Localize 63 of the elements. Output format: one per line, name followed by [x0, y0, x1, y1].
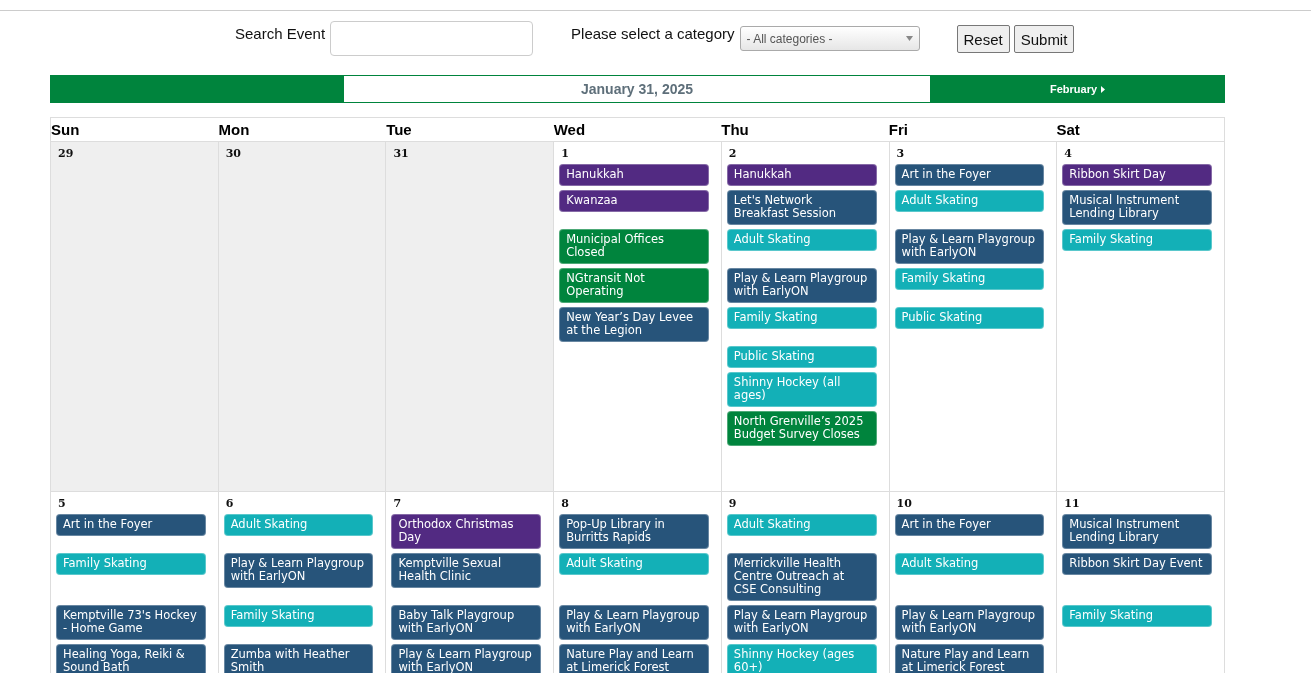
- event-item[interactable]: Kwanzaa: [559, 190, 709, 212]
- day-number: 10: [895, 496, 913, 510]
- day-number: 8: [560, 496, 570, 510]
- day-number: 1: [560, 146, 570, 160]
- event-item[interactable]: Hanukkah: [726, 164, 877, 186]
- next-month-link[interactable]: February: [930, 76, 1225, 102]
- weekday-header: Wed: [553, 121, 587, 138]
- category-select[interactable]: - All categories -: [739, 26, 920, 51]
- event-item[interactable]: Play & Learn Playgroup with EarlyON: [559, 605, 709, 640]
- day-number: 30: [224, 146, 242, 160]
- event-item[interactable]: Art in the Foyer: [56, 514, 206, 536]
- event-item[interactable]: Let's Network Breakfast Session: [726, 190, 877, 225]
- weekday-header: Thu: [721, 121, 750, 138]
- event-item[interactable]: Art in the Foyer: [894, 164, 1045, 186]
- event-item[interactable]: Merrickville Health Centre Outreach at CSE Consulting: [726, 553, 877, 601]
- day-number: 9: [727, 496, 738, 510]
- event-item[interactable]: Orthodox Christmas Day: [391, 514, 542, 549]
- event-item[interactable]: Play & Learn Playgroup with EarlyON: [726, 268, 877, 303]
- event-item[interactable]: NGtransit Not Operating: [559, 268, 709, 303]
- event-item[interactable]: Kemptville 73's Hockey - Home Game: [56, 605, 206, 640]
- day-number: 31: [392, 146, 410, 160]
- event-item[interactable]: Zumba with Heather Smith: [223, 644, 374, 673]
- day-number: 2: [727, 146, 738, 160]
- day-number: 3: [895, 146, 906, 160]
- event-item[interactable]: Play & Learn Playgroup with EarlyON: [726, 605, 877, 640]
- event-item[interactable]: Ribbon Skirt Day Event: [1062, 553, 1212, 575]
- event-item[interactable]: North Grenville’s 2025 Budget Survey Closes: [726, 411, 877, 446]
- event-item[interactable]: New Year’s Day Levee at the Legion: [559, 307, 709, 342]
- weekday-header: Mon: [218, 121, 251, 138]
- category-label: Please select a category: [571, 25, 735, 42]
- weekday-header: Tue: [386, 121, 413, 138]
- event-item[interactable]: Baby Talk Playgroup with EarlyON: [391, 605, 542, 640]
- event-item[interactable]: Ribbon Skirt Day: [1062, 164, 1212, 186]
- search-field[interactable]: [330, 21, 534, 56]
- day-number: 5: [57, 496, 67, 510]
- weekday-header: Sat: [1056, 121, 1081, 138]
- weekday-header: Sun: [51, 121, 81, 138]
- caret-icon: [1101, 85, 1106, 93]
- event-item[interactable]: Pop-Up Library in Burritts Rapids: [559, 514, 709, 549]
- event-item[interactable]: Musical Instrument Lending Library: [1062, 190, 1212, 225]
- caret-icon: [905, 36, 913, 41]
- event-item[interactable]: Play & Learn Playgroup with EarlyON: [223, 553, 374, 588]
- event-item[interactable]: Municipal Offices Closed: [559, 229, 709, 264]
- day-number: 11: [1063, 496, 1081, 510]
- day-number: 4: [1063, 146, 1073, 160]
- event-item[interactable]: Nature Play and Learn at Limerick Forest: [559, 644, 709, 673]
- event-item[interactable]: Play & Learn Playgroup with EarlyON: [894, 605, 1045, 640]
- current-date: January 31, 2025: [344, 76, 930, 102]
- event-item[interactable]: Nature Play and Learn at Limerick Forest: [894, 644, 1045, 673]
- day-number: 7: [392, 496, 403, 510]
- weekday-header: Fri: [888, 121, 909, 138]
- day-number: 29: [57, 146, 75, 160]
- reset-button[interactable]: Reset: [956, 25, 1010, 53]
- event-item[interactable]: Musical Instrument Lending Library: [1062, 514, 1212, 549]
- day-number: 6: [224, 496, 235, 510]
- search-label: Search Event: [235, 25, 326, 42]
- event-item[interactable]: Healing Yoga, Reiki & Sound Bath: [56, 644, 206, 673]
- event-item[interactable]: Play & Learn Playgroup with EarlyON: [391, 644, 542, 673]
- submit-button[interactable]: Submit: [1013, 25, 1075, 53]
- event-item[interactable]: Kemptville Sexual Health Clinic: [391, 553, 542, 588]
- event-item[interactable]: Hanukkah: [559, 164, 709, 186]
- event-item[interactable]: Play & Learn Playgroup with EarlyON: [894, 229, 1045, 264]
- event-item[interactable]: Art in the Foyer: [894, 514, 1045, 536]
